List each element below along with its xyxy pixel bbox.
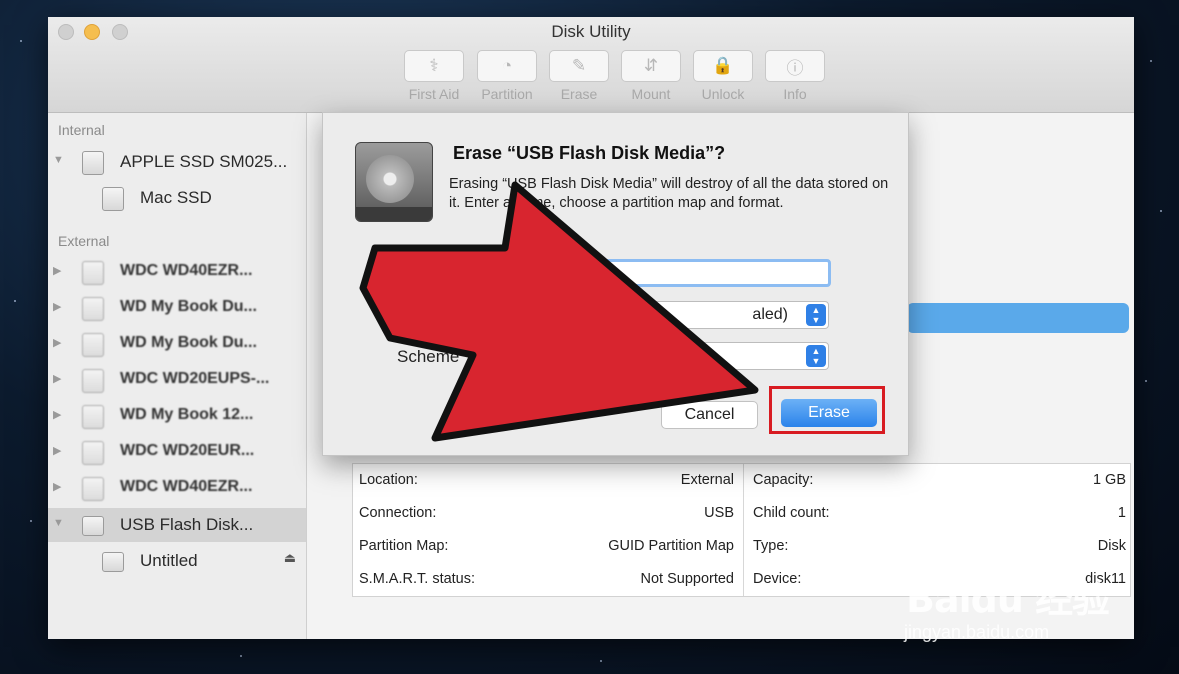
stethoscope-icon: ⚕	[429, 56, 439, 75]
external-disk-icon	[82, 261, 104, 285]
mount-label: Mount	[631, 86, 671, 102]
disclosure-triangle-icon[interactable]: ▶	[53, 480, 61, 493]
partition-map-value: GUID Partition Map	[608, 538, 734, 554]
disclosure-triangle-icon[interactable]: ▼	[53, 154, 64, 166]
erase-toolbar-button[interactable]: ✎ Erase	[548, 50, 610, 102]
external-disk-icon	[82, 369, 104, 393]
sidebar-item-mac-ssd[interactable]: Mac SSD	[48, 181, 306, 215]
location-value: External	[680, 472, 734, 488]
capacity-value: 1 GB	[1092, 472, 1126, 488]
external-section-header: External	[58, 233, 110, 249]
sidebar-item-label: WD My Book Du...	[120, 298, 257, 315]
watermark-logo: Baidu 经验	[906, 577, 1110, 621]
info-icon: ⓘ	[786, 58, 804, 78]
sidebar-item-untitled[interactable]: Untitled ⏏	[48, 544, 306, 578]
connection-value: USB	[704, 505, 734, 521]
erase-toolbar-label: Erase	[560, 86, 598, 102]
unlock-label: Unlock	[701, 86, 745, 102]
sidebar-item-external-disk[interactable]: ▶ WDC WD40EZR...	[48, 471, 306, 505]
window-title: Disk Utility	[551, 22, 631, 41]
disclosure-triangle-icon[interactable]: ▶	[53, 408, 61, 421]
device-label: Device:	[753, 571, 802, 587]
title-bar: Disk Utility ⚕ First Aid ◔ Partition ✎ E…	[48, 17, 1134, 113]
disk-usage-bar	[907, 303, 1129, 333]
info-label: Info	[783, 86, 807, 102]
dialog-title: Erase “USB Flash Disk Media”?	[453, 143, 726, 163]
volume-icon	[102, 187, 124, 211]
first-aid-button[interactable]: ⚕ First Aid	[403, 50, 465, 102]
sidebar-item-label: WDC WD20EUR...	[120, 442, 255, 459]
volume-icon	[102, 552, 124, 572]
mount-button[interactable]: ⇵ Mount	[620, 50, 682, 102]
partition-label: Partition	[481, 86, 533, 102]
child-count-value: 1	[1117, 505, 1126, 521]
sidebar-item-label: USB Flash Disk...	[120, 515, 254, 534]
disclosure-triangle-icon[interactable]: ▶	[53, 372, 61, 385]
disclosure-triangle-icon[interactable]: ▶	[53, 444, 61, 457]
lock-icon: 🔒	[712, 56, 734, 75]
sidebar-item-label: Mac SSD	[140, 188, 212, 207]
sidebar-item-label: WDC WD20EUPS-...	[120, 370, 270, 387]
info-row: Location: External Capacity: 1 GB	[353, 464, 1130, 497]
first-aid-label: First Aid	[408, 86, 460, 102]
partition-button[interactable]: ◔ Partition	[476, 50, 538, 102]
type-label: Type:	[753, 538, 789, 554]
partition-map-label: Partition Map:	[359, 538, 449, 554]
partition-pie-icon: ◔	[501, 56, 513, 75]
sidebar: Internal ▼ APPLE SSD SM025... Mac SSD Ex…	[48, 113, 307, 639]
sidebar-item-external-disk[interactable]: ▶ WD My Book Du...	[48, 291, 306, 325]
sidebar-item-external-disk[interactable]: ▶ WD My Book Du...	[48, 327, 306, 361]
unlock-button[interactable]: 🔒 Unlock	[692, 50, 754, 102]
baidu-watermark: Baidu 经验 jingyan.baidu.com	[900, 548, 1140, 648]
connection-label: Connection:	[359, 505, 437, 521]
sidebar-item-label: WD My Book 12...	[120, 406, 254, 423]
disclosure-triangle-icon[interactable]: ▶	[53, 300, 61, 313]
sidebar-item-external-disk[interactable]: ▶ WD My Book 12...	[48, 399, 306, 433]
red-pointer-arrow-icon	[359, 181, 759, 442]
external-disk-icon	[82, 333, 104, 357]
external-disk-icon	[82, 405, 104, 429]
external-disk-icon	[82, 477, 104, 501]
disclosure-triangle-icon[interactable]: ▶	[53, 264, 61, 277]
smart-status-value: Not Supported	[640, 571, 734, 587]
sidebar-item-usb-flash-disk[interactable]: ▼ USB Flash Disk...	[48, 508, 306, 542]
sidebar-item-label: WDC WD40EZR...	[120, 262, 253, 279]
mount-icon: ⇵	[643, 56, 659, 75]
usb-disk-icon	[82, 516, 104, 536]
sidebar-item-label: WDC WD40EZR...	[120, 478, 253, 495]
smart-status-label: S.M.A.R.T. status:	[359, 571, 476, 587]
sidebar-item-apple-ssd[interactable]: ▼ APPLE SSD SM025...	[48, 145, 306, 179]
child-count-label: Child count:	[753, 505, 830, 521]
external-disk-icon	[82, 441, 104, 465]
watermark-url: jingyan.baidu.com	[904, 622, 1050, 642]
info-button[interactable]: ⓘ Info	[764, 50, 826, 102]
sidebar-item-external-disk[interactable]: ▶ WDC WD40EZR...	[48, 255, 306, 289]
external-disk-icon	[82, 297, 104, 321]
location-label: Location:	[359, 472, 418, 488]
capacity-label: Capacity:	[753, 472, 814, 488]
format-stepper-icon[interactable]: ▲ ▼	[806, 304, 826, 326]
disclosure-triangle-icon[interactable]: ▶	[53, 336, 61, 349]
sidebar-item-label: WD My Book Du...	[120, 334, 257, 351]
erase-button-highlight	[769, 386, 885, 434]
internal-section-header: Internal	[58, 122, 105, 138]
sidebar-item-label: Untitled	[140, 551, 198, 570]
eject-icon[interactable]: ⏏	[284, 550, 296, 566]
info-row: Connection: USB Child count: 1	[353, 497, 1130, 530]
erase-disk-icon: ✎	[571, 56, 587, 75]
internal-disk-icon	[82, 151, 104, 175]
sidebar-item-label: APPLE SSD SM025...	[120, 152, 288, 171]
scheme-stepper-icon[interactable]: ▲ ▼	[806, 345, 826, 367]
sidebar-item-external-disk[interactable]: ▶ WDC WD20EUPS-...	[48, 363, 306, 397]
sidebar-item-external-disk[interactable]: ▶ WDC WD20EUR...	[48, 435, 306, 469]
disclosure-triangle-icon[interactable]: ▼	[53, 517, 64, 529]
